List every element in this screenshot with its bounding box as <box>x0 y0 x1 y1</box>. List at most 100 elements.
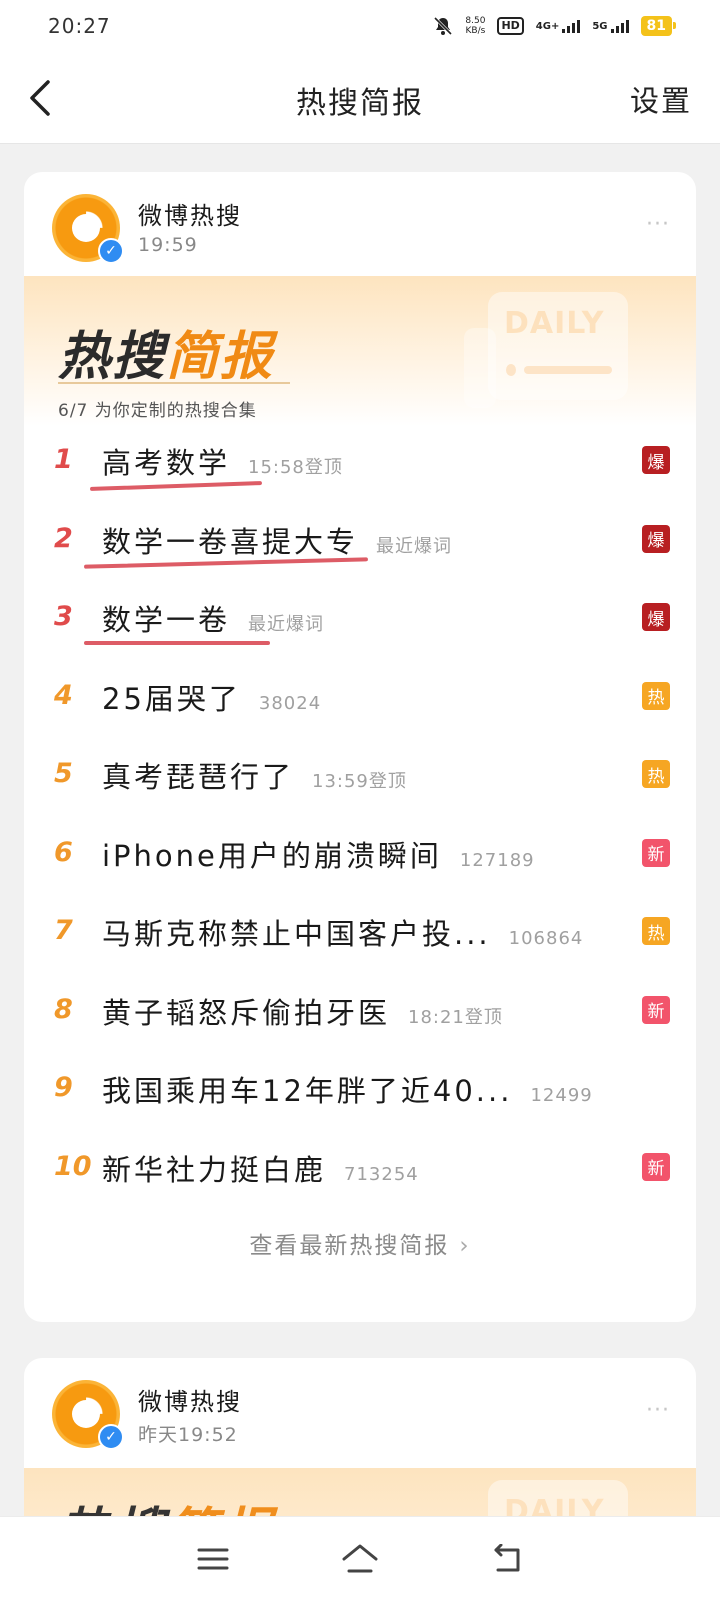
daily-bar-decoration <box>524 366 612 374</box>
rank-number: 7 <box>54 915 73 946</box>
home-button[interactable] <box>338 1537 382 1581</box>
item-title: iPhone用户的崩溃瞬间 <box>102 838 442 873</box>
item-title: 数学一卷喜提大专 <box>102 524 359 559</box>
list-item[interactable]: 3 数学一卷 最近爆词 爆 <box>24 579 696 658</box>
handwritten-underline <box>89 480 263 492</box>
list-item[interactable]: 7 马斯克称禁止中国客户投... 106864 热 <box>24 893 696 972</box>
status-bar: 20:27 8.50 KB/s HD 4G+ 5G 81 <box>0 0 720 52</box>
new-tag: 新 <box>642 995 670 1024</box>
top-nav-bar: 热搜简报 设置 <box>0 52 720 144</box>
rank-number: 8 <box>54 993 73 1025</box>
banner-title: 热搜简报 <box>58 314 274 389</box>
item-meta: 最近爆词 <box>376 535 453 557</box>
rank-number: 6 <box>54 836 73 868</box>
return-icon <box>494 1543 520 1571</box>
item-title-row: 新华社力挺白鹿 713254 <box>102 1147 419 1189</box>
settings-button[interactable]: 设置 <box>630 78 692 120</box>
verified-badge-icon: ✓ <box>98 1424 124 1450</box>
signal-4g-label: 4G+ <box>535 20 560 32</box>
rank-number: 1 <box>54 444 73 475</box>
banner-title-part2: 简报 <box>166 327 275 387</box>
account-name[interactable]: 微博热搜 <box>138 1382 242 1417</box>
item-title-row: iPhone用户的崩溃瞬间 127189 <box>102 833 535 875</box>
view-latest-link[interactable]: 查看最新热搜简报 › <box>24 1226 696 1260</box>
explosive-tag: 爆 <box>642 446 670 474</box>
item-title-row: 黄子韬怒斥偷拍牙医 18:21登顶 <box>102 990 503 1032</box>
status-icons: 8.50 KB/s HD 4G+ 5G 81 <box>433 16 677 36</box>
post-time: 昨天19:52 <box>138 1424 238 1446</box>
item-title-row: 马斯克称禁止中国客户投... 106864 <box>102 911 583 953</box>
new-tag: 新 <box>642 838 670 867</box>
new-tag: 新 <box>642 1152 670 1181</box>
item-title-row: 高考数学 15:58登顶 <box>102 440 343 482</box>
system-nav-bar <box>0 1516 720 1600</box>
more-options-button[interactable]: ··· <box>646 1398 670 1423</box>
item-meta: 127189 <box>459 849 535 871</box>
post-header: ✓ 微博热搜 昨天19:52 ··· <box>24 1358 696 1468</box>
mute-bell-icon <box>433 16 453 36</box>
item-title-row: 25届哭了 38024 <box>102 676 321 718</box>
list-item[interactable]: 9 我国乘用车12年胖了近40... 12499 <box>24 1050 696 1129</box>
item-title: 数学一卷 <box>102 603 231 637</box>
list-item[interactable]: 2 数学一卷喜提大专 最近爆词 爆 <box>24 501 696 580</box>
avatar[interactable]: ✓ <box>52 1380 124 1450</box>
item-meta: 13:59登顶 <box>312 771 407 792</box>
page-title: 热搜简报 <box>296 86 424 121</box>
rank-number: 3 <box>54 601 73 632</box>
verified-badge-icon: ✓ <box>98 238 124 264</box>
hot-search-list: 1 高考数学 15:58登顶 爆 2 数学一卷喜提大专 最近爆词 爆 3 数学一卷最… <box>24 422 696 1207</box>
hd-voice-icon: HD <box>497 17 524 35</box>
daily-label: DAILY <box>504 306 605 341</box>
post-time: 19:59 <box>138 234 198 256</box>
item-meta: 18:21登顶 <box>408 1006 503 1028</box>
banner-title-part1: 热搜 <box>58 327 167 387</box>
item-meta: 38024 <box>258 692 322 714</box>
rank-number: 10 <box>54 1150 92 1182</box>
signal-5g-icon: 5G <box>592 19 629 33</box>
item-title-row: 数学一卷喜提大专 最近爆词 <box>102 519 452 561</box>
view-latest-label: 查看最新热搜简报 <box>249 1233 450 1259</box>
item-title: 新华社力挺白鹿 <box>102 1152 327 1187</box>
hot-tag: 热 <box>642 681 670 710</box>
item-title: 25届哭了 <box>102 681 241 716</box>
list-item[interactable]: 10 新华社力挺白鹿 713254 新 <box>24 1129 696 1208</box>
item-title: 高考数学 <box>102 446 231 480</box>
item-meta: 最近爆词 <box>248 614 325 635</box>
explosive-tag: 爆 <box>642 524 670 553</box>
daily-banner: DAILY 热搜简报 6/7 为你定制的热搜合集 <box>24 276 696 426</box>
menu-icon <box>197 1548 229 1569</box>
more-options-button[interactable]: ··· <box>646 212 670 237</box>
item-meta: 713254 <box>344 1163 419 1185</box>
daily-dot-decoration <box>506 364 516 376</box>
item-title-row: 我国乘用车12年胖了近40... 12499 <box>102 1068 593 1110</box>
item-meta: 12499 <box>530 1085 593 1106</box>
back-nav-button[interactable] <box>485 1537 529 1581</box>
handwritten-underline <box>84 641 270 645</box>
list-item[interactable]: 4 25届哭了 38024 热 <box>24 658 696 737</box>
rank-number: 5 <box>54 758 73 789</box>
status-time: 20:27 <box>48 14 111 38</box>
post-card[interactable]: ✓ 微博热搜 19:59 ··· DAILY 热搜简报 6/7 为你定制的热搜合… <box>24 172 696 1322</box>
item-title-row: 数学一卷 最近爆词 <box>102 597 324 639</box>
account-name[interactable]: 微博热搜 <box>138 196 242 231</box>
network-speed-value: 8.50 <box>465 16 486 26</box>
list-item[interactable]: 8 黄子韬怒斥偷拍牙医 18:21登顶 新 <box>24 972 696 1051</box>
network-speed-unit: KB/s <box>465 26 486 36</box>
item-meta: 15:58登顶 <box>248 457 343 478</box>
menu-button[interactable] <box>191 1537 235 1581</box>
item-title: 马斯克称禁止中国客户投... <box>102 917 491 951</box>
signal-5g-label: 5G <box>592 20 608 32</box>
rank-number: 2 <box>54 522 73 554</box>
item-meta: 106864 <box>508 928 584 949</box>
item-title-row: 真考琵琶行了 13:59登顶 <box>102 754 407 796</box>
avatar[interactable]: ✓ <box>52 194 124 264</box>
list-item[interactable]: 5 真考琵琶行了 13:59登顶 热 <box>24 736 696 815</box>
hot-tag: 热 <box>642 760 670 788</box>
list-item[interactable]: 6 iPhone用户的崩溃瞬间 127189 新 <box>24 815 696 894</box>
signal-4g-icon: 4G+ <box>536 19 581 33</box>
home-icon <box>342 1544 378 1572</box>
banner-subtitle: 6/7 为你定制的热搜合集 <box>58 401 257 421</box>
item-title: 我国乘用车12年胖了近40... <box>102 1074 513 1108</box>
list-item[interactable]: 1 高考数学 15:58登顶 爆 <box>24 422 696 501</box>
rank-number: 4 <box>54 679 73 711</box>
